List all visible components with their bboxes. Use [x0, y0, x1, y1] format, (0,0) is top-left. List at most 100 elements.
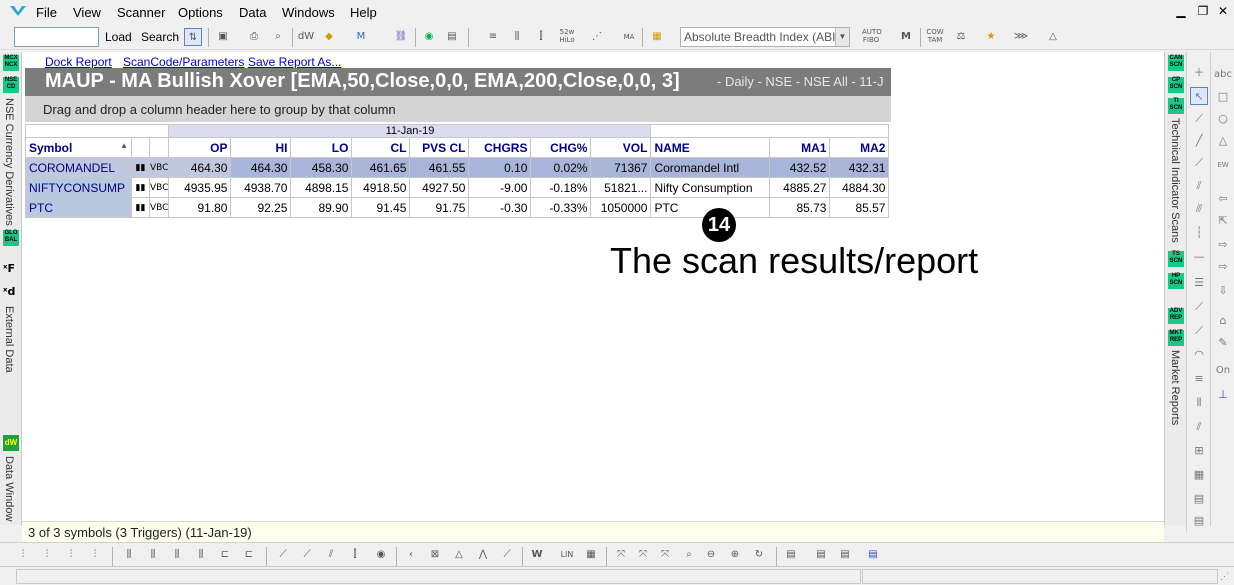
col-name[interactable]: NAME	[650, 137, 771, 158]
bar-tool-3-icon[interactable]: ⫼	[168, 546, 186, 564]
global-badge[interactable]: GLO BAL	[3, 230, 19, 246]
currency-derivatives-tab[interactable]: NSE Currency Derivatives	[3, 98, 15, 226]
ew-swing-icon[interactable]: EW	[1214, 156, 1232, 174]
fib-icon[interactable]: ≡	[1190, 370, 1208, 388]
arc-icon[interactable]: ⟋	[1190, 298, 1208, 316]
arrow-right2-icon[interactable]: ⇨	[1214, 258, 1232, 276]
col-symbol[interactable]: Symbol ▲	[25, 137, 132, 158]
cell-symbol[interactable]: PTC	[25, 197, 132, 218]
channel-icon[interactable]: ⫽	[1190, 177, 1208, 195]
horizontal-line-icon[interactable]: —	[1190, 248, 1208, 266]
external-data-tab[interactable]: External Data	[3, 306, 15, 373]
op-icon[interactable]: ◉	[372, 546, 390, 564]
bottom-tool-4-icon[interactable]: ⫶	[86, 546, 104, 564]
minimize-icon[interactable]: ▁	[1172, 4, 1190, 18]
col-vol[interactable]: VOL	[590, 137, 652, 158]
vbc-icon[interactable]: VBC	[148, 157, 170, 178]
chart-icon[interactable]: ▮▮	[131, 197, 150, 218]
star-icon[interactable]: ★	[982, 28, 1000, 46]
arrow-right-icon[interactable]: ⇨	[1214, 236, 1232, 254]
data-window-icon[interactable]: dW	[297, 28, 315, 46]
market-reports-tab[interactable]: Market Reports	[1169, 350, 1181, 425]
cp-scn-badge[interactable]: CP SCN	[1168, 77, 1184, 93]
zoom-in-area-icon[interactable]: ⤧	[656, 546, 674, 564]
menu-file[interactable]: File	[36, 5, 57, 20]
magnet-icon[interactable]: ⊥	[1214, 386, 1232, 404]
ma-icon[interactable]: MA	[620, 28, 638, 46]
resize-grip-icon[interactable]: ⋰	[1220, 571, 1229, 582]
pattern-icon[interactable]: ⋰	[588, 28, 606, 46]
indicator-select[interactable]: Absolute Breadth Index (ABI ▼	[680, 27, 850, 47]
globe-icon[interactable]: ◉	[420, 28, 438, 46]
sl-line-icon[interactable]: ⟋	[1190, 154, 1208, 172]
mcx-ncx-badge[interactable]: MCX NCX	[3, 55, 19, 71]
w-tool-icon[interactable]: W	[528, 546, 546, 564]
external-data-icon[interactable]: ˣd	[3, 285, 15, 298]
adv-rep-badge[interactable]: ADV REP	[1168, 308, 1184, 324]
mkt-rep-badge[interactable]: MKT REP	[1168, 330, 1184, 346]
chart-icon[interactable]: ▮▮	[131, 157, 150, 178]
doc-tool-2-icon[interactable]: ▤	[812, 546, 830, 564]
data-window-badge[interactable]: dW	[3, 435, 19, 451]
chain-icon[interactable]: ⛓	[392, 28, 410, 46]
bar-tool-2-icon[interactable]: ⫼	[144, 546, 162, 564]
fan-icon[interactable]: ⋙	[1012, 28, 1030, 46]
menu-windows[interactable]: Windows	[282, 5, 335, 20]
bottom-tool-3-icon[interactable]: ⫶	[62, 546, 80, 564]
52w-hilo-icon[interactable]: 52w HiLo	[558, 28, 576, 46]
menu-options[interactable]: Options	[178, 5, 223, 20]
arrow-left-icon[interactable]: ⇦	[1214, 190, 1232, 208]
doc-tool-1-icon[interactable]: ▤	[782, 546, 800, 564]
can-scn-badge[interactable]: CAN SCN	[1168, 55, 1184, 71]
cell-symbol[interactable]: COROMANDEL	[25, 157, 132, 178]
grid-lines-icon[interactable]: ⦀	[1190, 394, 1208, 412]
col-hi[interactable]: HI	[230, 137, 292, 158]
parallel-icon[interactable]: ⫻	[1190, 200, 1208, 218]
market-icon[interactable]: M	[352, 28, 370, 46]
doc-tool-4-icon[interactable]: ▤	[864, 546, 882, 564]
shape-tool-4-icon[interactable]: ⋀	[474, 546, 492, 564]
bottom-tool-1-icon[interactable]: ⫶	[14, 546, 32, 564]
zoom-out-area-icon[interactable]: ⤧	[634, 546, 652, 564]
text-tool[interactable]: abc	[1214, 66, 1232, 84]
arrow-upleft-icon[interactable]: ⇱	[1214, 212, 1232, 230]
cow-tam-icon[interactable]: COW TAM	[926, 28, 944, 46]
bar-tool-4-icon[interactable]: ⫼	[192, 546, 210, 564]
menu-help[interactable]: Help	[350, 5, 377, 20]
bar-tool-1-icon[interactable]: ⫼	[120, 546, 138, 564]
window-icon[interactable]: ▤	[443, 28, 461, 46]
shape-tool-1-icon[interactable]: ‹	[402, 546, 420, 564]
bottom-tool-2-icon[interactable]: ⫶	[38, 546, 56, 564]
table-row[interactable]: COROMANDEL ▮▮ VBC 464.30 464.30 458.30 4…	[25, 157, 890, 178]
cell-symbol[interactable]: NIFTYCONSUMP	[25, 177, 132, 198]
ts-scn-badge[interactable]: TS SCN	[1168, 251, 1184, 267]
rectangle-icon[interactable]: □	[1214, 88, 1232, 106]
refresh-icon[interactable]: ↻	[750, 546, 768, 564]
close-icon[interactable]: ✕	[1214, 4, 1232, 18]
fan-lines-icon[interactable]: ⫽	[1190, 418, 1208, 436]
scancode-link[interactable]: ScanCode/Parameters	[123, 55, 244, 69]
print-preview-icon[interactable]: ⌕	[269, 28, 287, 46]
table2-icon[interactable]: ▤	[1190, 512, 1208, 530]
mesh-icon[interactable]: ▦	[1190, 466, 1208, 484]
magnifier-icon[interactable]: ⌕	[680, 546, 698, 564]
col-ma2[interactable]: MA2	[829, 137, 890, 158]
label-icon[interactable]: ⌂	[1214, 312, 1232, 330]
group-by-area[interactable]: Drag and drop a column header here to gr…	[25, 96, 891, 122]
zoom-in-icon[interactable]: ⊕	[726, 546, 744, 564]
zoom-fit-icon[interactable]: ⤧	[612, 546, 630, 564]
data-window-tab[interactable]: Data Window	[3, 456, 15, 521]
symbol-input[interactable]	[14, 27, 99, 47]
trendline-icon[interactable]: ⟋	[1190, 110, 1208, 128]
crosshair-icon[interactable]: ＋	[1190, 64, 1208, 82]
dock-report-link[interactable]: Dock Report	[45, 55, 112, 69]
shape-tool-5-icon[interactable]: ⟋	[498, 546, 516, 564]
line-tool-2-icon[interactable]: ⟋	[298, 546, 316, 564]
zoom-out-icon[interactable]: ⊖	[702, 546, 720, 564]
col-lo[interactable]: LO	[290, 137, 353, 158]
arrow-down-icon[interactable]: ⇩	[1214, 282, 1232, 300]
circle-arc-icon[interactable]: ◠	[1190, 346, 1208, 364]
col-ma1[interactable]: MA1	[769, 137, 831, 158]
equivolume-icon[interactable]: ≡	[484, 28, 502, 46]
line-tool-1-icon[interactable]: ⟋	[274, 546, 292, 564]
